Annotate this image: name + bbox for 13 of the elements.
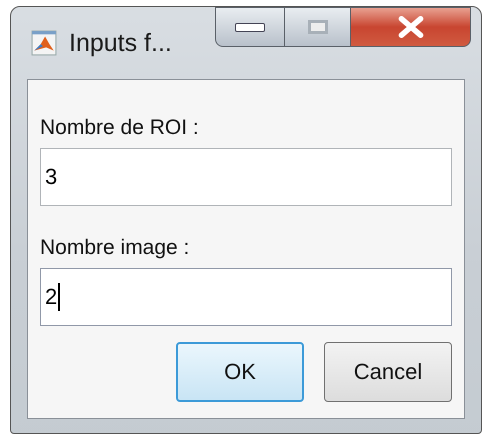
- cancel-button[interactable]: Cancel: [324, 342, 452, 402]
- close-icon: [396, 16, 424, 38]
- minimize-icon: [235, 22, 265, 32]
- window-title: Inputs f...: [69, 28, 172, 58]
- maximize-icon: [308, 20, 328, 34]
- field-label: Nombre image :: [40, 236, 190, 260]
- input-field[interactable]: 3: [40, 148, 452, 206]
- field-label: Nombre de ROI :: [40, 116, 200, 140]
- app-icon: [31, 30, 57, 56]
- minimize-button[interactable]: [215, 7, 285, 47]
- ok-button[interactable]: OK: [176, 342, 304, 402]
- close-button[interactable]: [351, 7, 471, 47]
- input-field[interactable]: 2: [40, 268, 452, 326]
